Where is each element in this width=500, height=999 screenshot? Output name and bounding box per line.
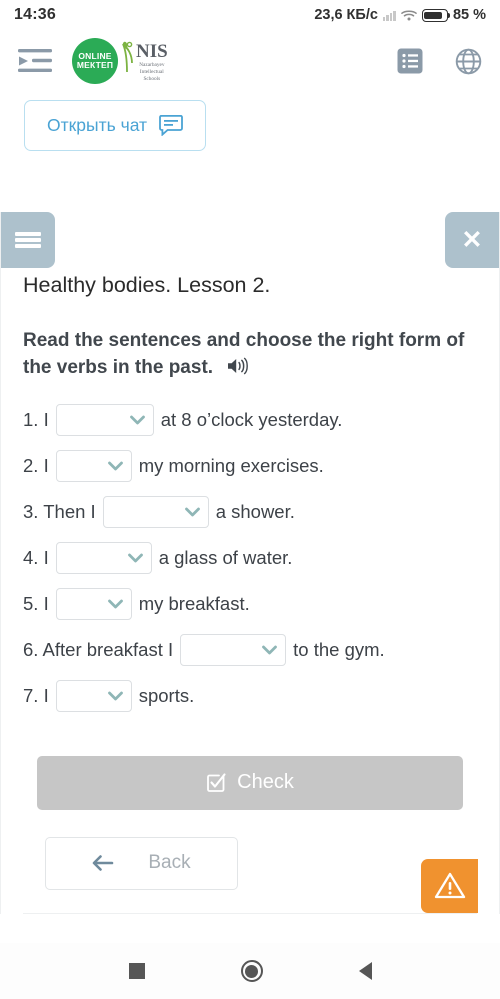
warning-triangle-icon bbox=[434, 873, 465, 899]
brand-logos: ONLINE МЕКТЕП NIS Nazarbayev Intellectua… bbox=[72, 38, 168, 84]
question-prefix: 4. I bbox=[23, 547, 49, 569]
lesson-card-body: Healthy bodies. Lesson 2. Read the sente… bbox=[1, 270, 499, 914]
chevron-down-icon bbox=[184, 508, 200, 517]
battery-icon bbox=[421, 8, 451, 22]
question-row-5: 5. I my breakfast. bbox=[23, 584, 477, 625]
question-row-6: 6. After breakfast I to the gym. bbox=[23, 630, 477, 671]
answer-select-6[interactable] bbox=[180, 634, 287, 667]
question-prefix: 2. I bbox=[23, 455, 49, 477]
chevron-down-icon bbox=[107, 462, 123, 471]
hamburger-menu-icon[interactable] bbox=[1, 212, 55, 268]
question-prefix: 6. After breakfast I bbox=[23, 639, 174, 661]
phone-screen: 14:36 23,6 КБ/с 85 % ONLINE МЕКТЕП NIS N… bbox=[0, 0, 500, 999]
battery-percent-label: 85 % bbox=[452, 7, 486, 23]
speaker-audio-icon[interactable] bbox=[227, 357, 248, 375]
question-suffix: to the gym. bbox=[293, 639, 385, 661]
question-prefix: 1. I bbox=[23, 409, 49, 431]
open-chat-button[interactable]: Открыть чат bbox=[24, 100, 207, 151]
answer-select-4[interactable] bbox=[55, 542, 152, 575]
question-row-3: 3. Then I a shower. bbox=[23, 492, 477, 533]
report-problem-button[interactable] bbox=[421, 858, 478, 913]
globe-language-icon[interactable] bbox=[455, 48, 482, 75]
checkbox-checked-icon bbox=[207, 773, 226, 792]
chevron-down-icon bbox=[107, 600, 123, 609]
home-circle-icon[interactable] bbox=[240, 960, 263, 982]
chevron-down-icon bbox=[262, 646, 278, 655]
question-suffix: my breakfast. bbox=[138, 593, 250, 615]
wifi-icon bbox=[401, 10, 417, 21]
check-button-label: Check bbox=[237, 771, 294, 794]
chevron-down-icon bbox=[107, 692, 123, 701]
recents-square-icon[interactable] bbox=[128, 963, 145, 979]
question-row-7: 7. I sports. bbox=[23, 676, 477, 717]
app-header-actions bbox=[397, 48, 482, 75]
question-row-1: 1. I at 8 o’clock yesterday. bbox=[23, 400, 477, 441]
answer-select-3[interactable] bbox=[102, 496, 209, 529]
app-header: ONLINE МЕКТЕП NIS Nazarbayev Intellectua… bbox=[0, 30, 500, 92]
status-indicators: 23,6 КБ/с 85 % bbox=[314, 7, 486, 23]
question-suffix: a shower. bbox=[215, 501, 295, 523]
nis-logo: NIS Nazarbayev Intellectual Schools bbox=[120, 39, 168, 83]
question-row-2: 2. I my morning exercises. bbox=[23, 446, 477, 487]
list-view-icon[interactable] bbox=[397, 48, 423, 74]
answer-select-7[interactable] bbox=[55, 680, 132, 713]
instruction-row: Read the sentences and choose the right … bbox=[23, 328, 477, 382]
chevron-down-icon bbox=[129, 416, 145, 425]
back-triangle-icon[interactable] bbox=[358, 962, 372, 980]
brand-line-2: МЕКТЕП bbox=[76, 60, 114, 70]
card-bottom-divider bbox=[23, 912, 477, 914]
back-button-label: Back bbox=[148, 852, 191, 874]
nis-acronym: NIS bbox=[136, 40, 168, 62]
question-suffix: my morning exercises. bbox=[138, 455, 324, 477]
close-icon[interactable]: ✕ bbox=[445, 212, 499, 268]
open-chat-label: Открыть чат bbox=[47, 115, 148, 135]
question-suffix: sports. bbox=[138, 685, 195, 707]
indent-list-icon[interactable] bbox=[18, 48, 52, 74]
question-suffix: at 8 o’clock yesterday. bbox=[160, 409, 343, 431]
network-speed-label: 23,6 КБ/с bbox=[314, 7, 378, 23]
answer-select-1[interactable] bbox=[55, 404, 154, 437]
nis-subtitle: Nazarbayev Intellectual Schools bbox=[139, 61, 165, 83]
cellular-signal-icon bbox=[382, 10, 396, 21]
lesson-card-topbar: ✕ bbox=[1, 212, 499, 270]
question-prefix: 3. Then I bbox=[23, 501, 96, 523]
question-suffix: a glass of water. bbox=[158, 547, 293, 569]
question-prefix: 5. I bbox=[23, 593, 49, 615]
chat-button-container: Открыть чат bbox=[0, 92, 500, 151]
answer-select-5[interactable] bbox=[55, 588, 132, 621]
footer-actions: Back bbox=[23, 836, 478, 913]
online-mektep-logo: ONLINE МЕКТЕП bbox=[72, 38, 118, 84]
arrow-left-icon bbox=[93, 855, 114, 872]
nis-leaf-icon bbox=[122, 41, 133, 72]
back-button[interactable]: Back bbox=[45, 836, 238, 890]
lesson-card: ✕ Healthy bodies. Lesson 2. Read the sen… bbox=[0, 212, 500, 914]
question-prefix: 7. I bbox=[23, 685, 49, 707]
question-list: 1. I at 8 o’clock yesterday. 2. I my mor… bbox=[23, 400, 477, 717]
check-button[interactable]: Check bbox=[37, 755, 463, 810]
status-clock: 14:36 bbox=[14, 6, 56, 23]
chat-bubble-icon bbox=[159, 115, 183, 136]
chevron-down-icon bbox=[127, 554, 143, 563]
status-bar: 14:36 23,6 КБ/с 85 % bbox=[0, 0, 500, 30]
android-navigation-bar bbox=[0, 943, 500, 999]
page-title: Healthy bodies. Lesson 2. bbox=[23, 273, 271, 297]
answer-select-2[interactable] bbox=[55, 450, 132, 483]
question-row-4: 4. I a glass of water. bbox=[23, 538, 477, 579]
